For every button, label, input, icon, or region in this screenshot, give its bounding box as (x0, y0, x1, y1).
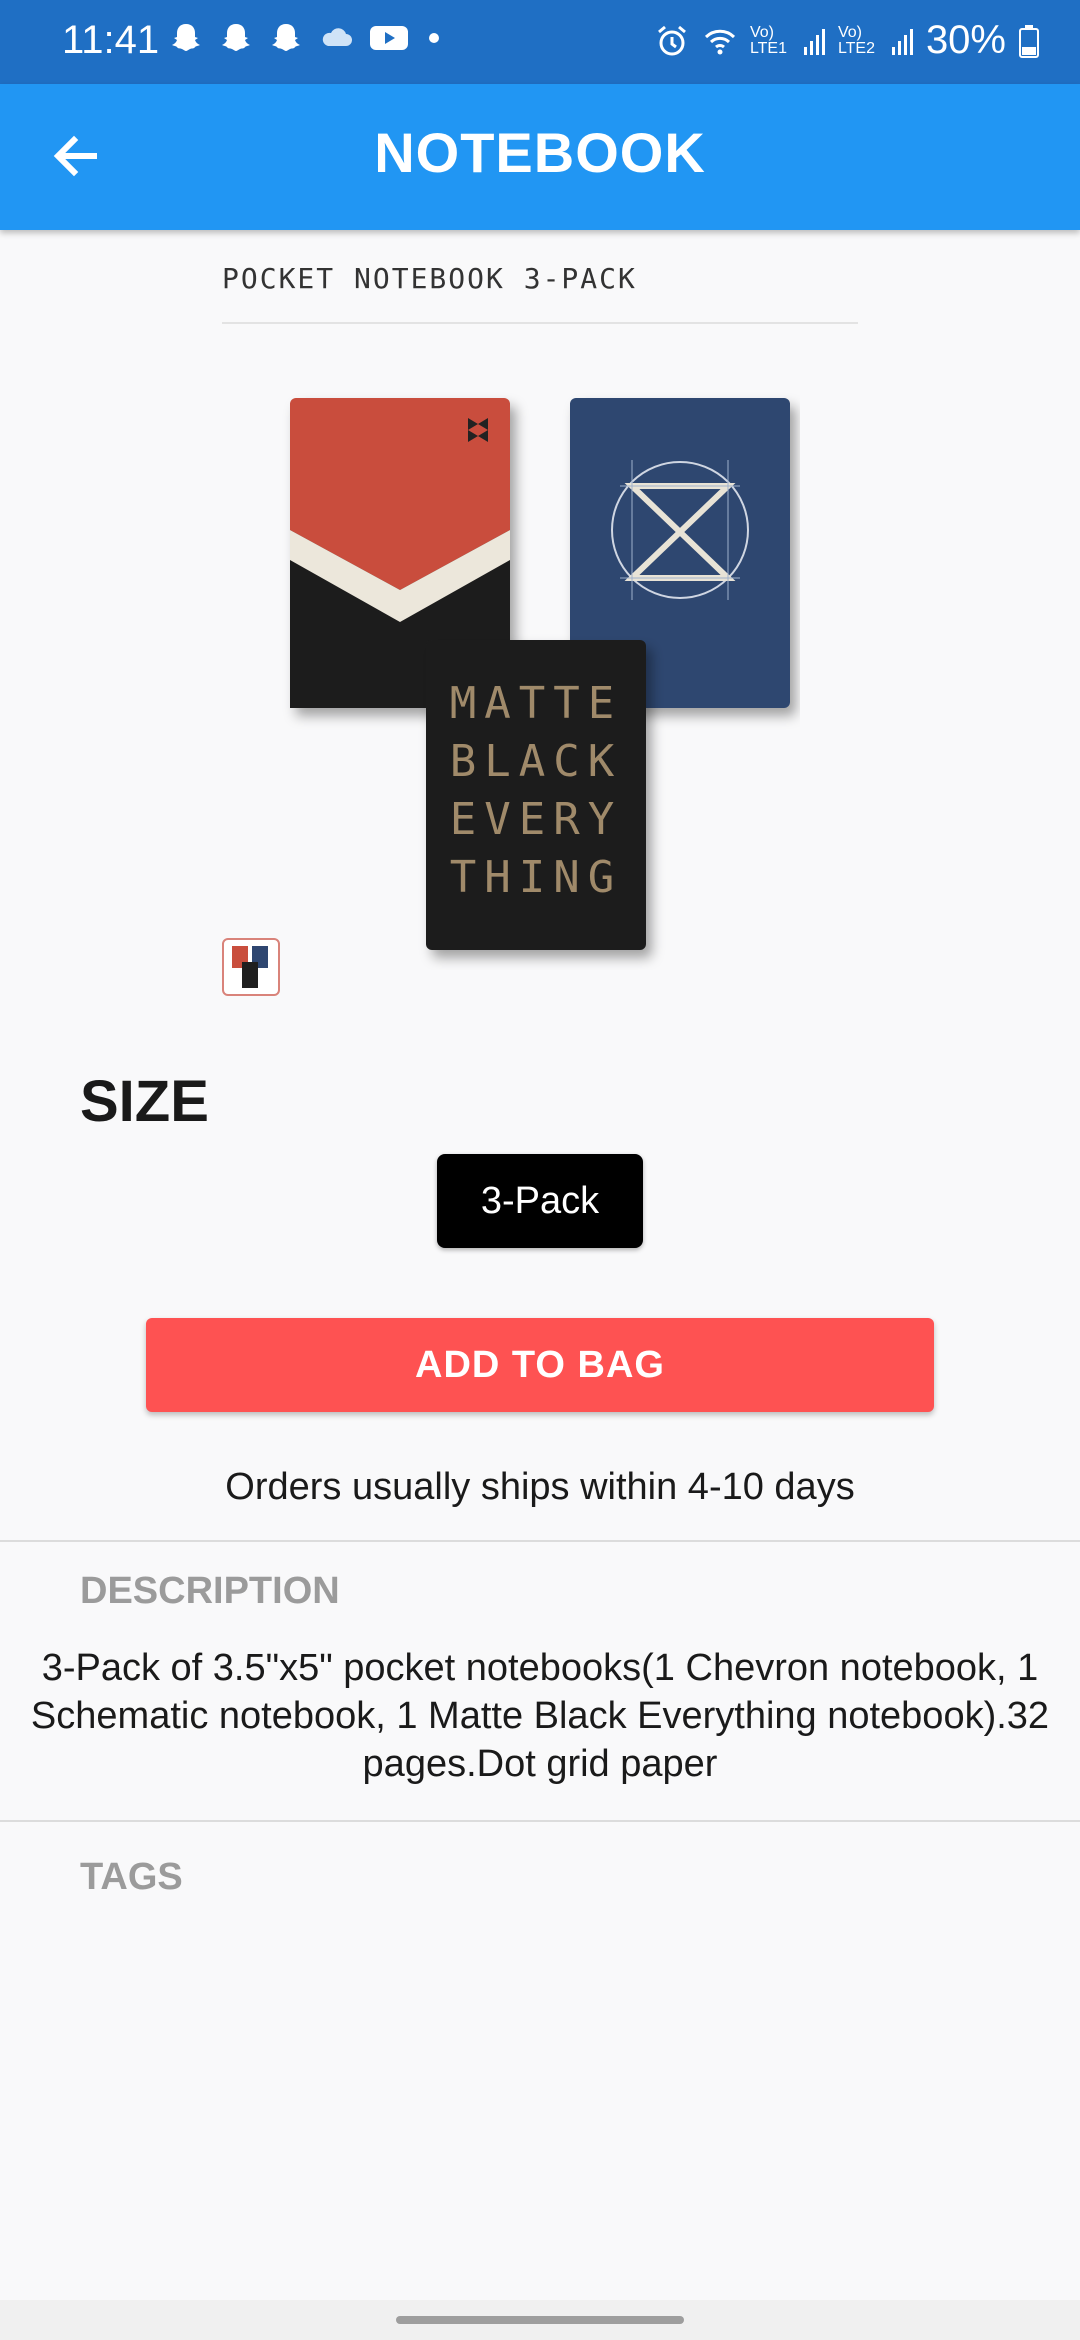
thumbnail-image (232, 946, 268, 988)
divider (0, 1540, 1080, 1542)
dot-icon (429, 33, 439, 43)
signal-lte1-icon: Vo) LTE1 (749, 23, 787, 57)
battery-icon (1019, 24, 1039, 58)
cover-text-line: MATTE (450, 678, 622, 729)
youtube-icon (370, 26, 408, 50)
cover-text-line: THING (450, 852, 622, 903)
battery-percent: 30% (925, 18, 1006, 62)
product-image[interactable]: MATTE BLACK EVERY THING (280, 390, 800, 970)
notification-icons (168, 20, 444, 56)
cloud-icon (322, 28, 352, 46)
description-label: DESCRIPTION (80, 1570, 340, 1612)
cover-text-line: EVERY (450, 794, 622, 845)
snapchat-icon (222, 24, 250, 51)
signal-lte2-icon: Vo) LTE2 (837, 23, 875, 57)
page-title: NOTEBOOK (374, 121, 706, 184)
signal-bars-icon (891, 28, 913, 55)
divider (222, 322, 858, 324)
status-bar: 11:41 Vo) LTE1 Vo) LTE2 30% (0, 0, 1080, 84)
snapchat-icon (172, 24, 200, 51)
wifi-icon (704, 29, 735, 54)
signal-bars-icon (803, 28, 825, 55)
status-time: 11:41 (62, 18, 160, 62)
snapchat-icon (272, 24, 300, 51)
description-text: 3-Pack of 3.5"x5" pocket notebooks(1 Che… (30, 1647, 1050, 1785)
home-gesture-handle[interactable] (396, 2316, 684, 2324)
divider (0, 1820, 1080, 1822)
cover-text-line: BLACK (450, 736, 622, 787)
add-to-bag-button[interactable]: ADD TO BAG (146, 1318, 934, 1412)
size-label: SIZE (80, 1069, 209, 1134)
size-option-3-pack[interactable]: 3-Pack (437, 1154, 643, 1248)
tags-label: TAGS (80, 1856, 183, 1898)
product-name: POCKET NOTEBOOK 3-PACK (222, 262, 637, 295)
app-bar: NOTEBOOK (0, 84, 1080, 230)
image-thumbnail[interactable] (222, 938, 280, 996)
system-icons: Vo) LTE1 Vo) LTE2 30% (654, 18, 1040, 63)
alarm-icon (657, 25, 686, 55)
matte-black-notebook: MATTE BLACK EVERY THING (426, 640, 646, 950)
shipping-note: Orders usually ships within 4-10 days (225, 1466, 855, 1508)
